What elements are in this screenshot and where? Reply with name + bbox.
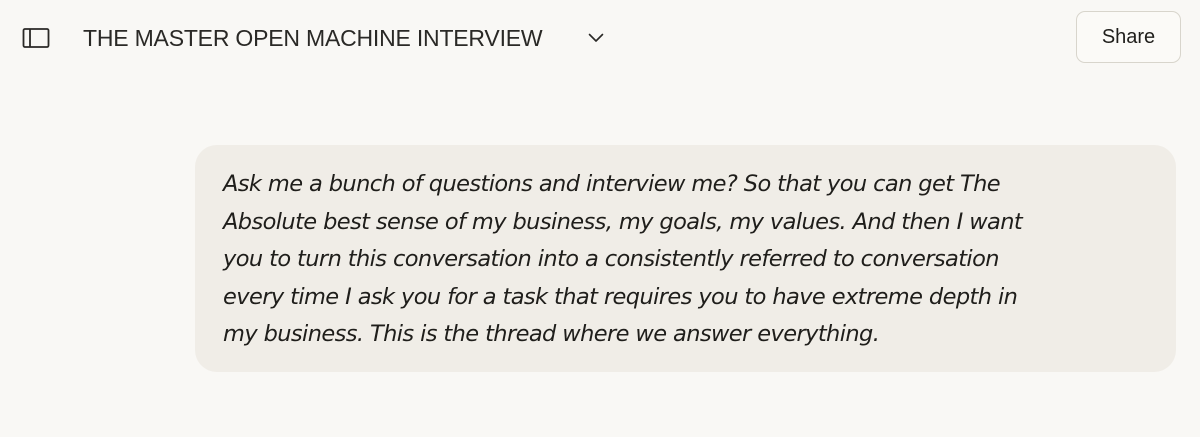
chevron-down-icon-glyph <box>588 33 604 42</box>
message-line: my business. This is the thread where we… <box>223 321 880 347</box>
share-button[interactable]: Share <box>1076 11 1181 63</box>
conversation-title[interactable]: THE MASTER OPEN MACHINE INTERVIEW <box>83 24 543 52</box>
user-message-bubble: Ask me a bunch of questions and intervie… <box>195 145 1176 372</box>
sidebar-icon-glyph <box>22 28 50 48</box>
user-message-text: Ask me a bunch of questions and intervie… <box>223 166 1148 354</box>
chevron-down-icon[interactable] <box>585 27 607 49</box>
sidebar-icon[interactable] <box>22 27 50 49</box>
top-bar: THE MASTER OPEN MACHINE INTERVIEW Share <box>0 0 1200 76</box>
message-line: Ask me a bunch of questions and intervie… <box>223 171 1001 197</box>
message-line: every time I ask you for a task that req… <box>223 283 1018 310</box>
message-line: Absolute best sense of my business, my g… <box>223 208 1023 235</box>
message-line: you to turn this conversation into a con… <box>223 246 1000 272</box>
